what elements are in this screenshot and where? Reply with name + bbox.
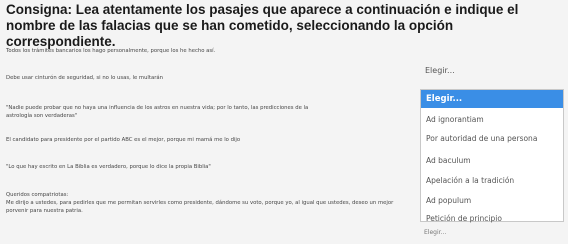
instructions-heading: Consigna: Lea atentamente los pasajes qu… bbox=[6, 2, 519, 49]
dropdown-option-autoridad[interactable]: Por autoridad de una persona bbox=[421, 130, 563, 146]
dropdown-option-peticion-principio[interactable]: Petición de principio bbox=[421, 210, 563, 226]
passage-6-greeting: Queridos compatriotas: bbox=[6, 192, 69, 198]
dropdown-option-elegir[interactable]: Elegir... bbox=[421, 90, 563, 108]
answer-dropdown-list[interactable]: Elegir... Ad ignorantiam Por autoridad d… bbox=[420, 89, 564, 223]
passage-1: Todos los trámites bancarios los hago pe… bbox=[6, 48, 216, 54]
dropdown-option-ad-baculum[interactable]: Ad baculum bbox=[421, 152, 563, 168]
passage-5: "Lo que hay escrito en La Biblia es verd… bbox=[6, 164, 211, 170]
dropdown-option-ad-ignorantiam[interactable]: Ad ignorantiam bbox=[421, 111, 563, 127]
answer-select-1[interactable]: Elegir... bbox=[420, 62, 560, 80]
passage-3: "Nadie puede probar que no haya una infl… bbox=[6, 105, 309, 119]
dropdown-option-tradicion[interactable]: Apelación a la tradición bbox=[421, 172, 563, 188]
passage-4: El candidato para presidente por el part… bbox=[6, 137, 241, 143]
passage-2: Debe usar cinturón de seguridad, si no l… bbox=[6, 75, 164, 81]
dropdown-option-ad-populum[interactable]: Ad populum bbox=[421, 192, 563, 208]
passage-6-body: Me dirijo a ustedes, para pedirles que m… bbox=[6, 200, 394, 214]
answer-select-last[interactable]: Elegir... bbox=[424, 229, 446, 236]
